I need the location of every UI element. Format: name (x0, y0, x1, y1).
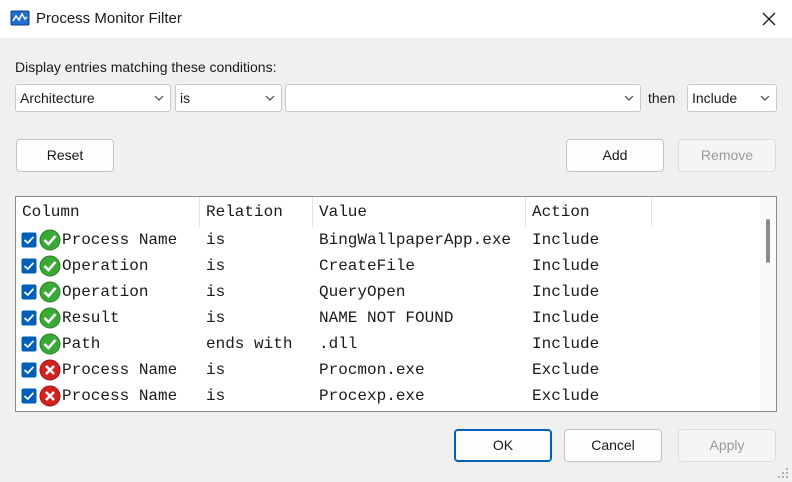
table-row[interactable]: Result is NAME NOT FOUND Include (16, 305, 760, 331)
resize-grip-icon[interactable] (777, 467, 789, 479)
cell-column: Result (62, 309, 120, 327)
cell-action: Include (532, 309, 600, 327)
include-check-icon (39, 307, 61, 329)
chevron-down-icon (265, 95, 275, 101)
table-row[interactable]: Process Name is Procexp.exe Exclude (16, 383, 760, 409)
checkbox-checked-icon[interactable] (21, 284, 37, 300)
checkbox-checked-icon[interactable] (21, 310, 37, 326)
checkbox-checked-icon[interactable] (21, 258, 37, 274)
cell-relation: is (206, 361, 226, 379)
include-check-icon (39, 333, 61, 355)
process-monitor-icon (10, 10, 30, 26)
table-row[interactable]: Operation is CreateFile Include (16, 253, 760, 279)
chevron-down-icon (624, 95, 634, 101)
cell-relation: is (206, 231, 226, 249)
ok-button[interactable]: OK (454, 429, 552, 462)
header-value[interactable]: Value (313, 197, 526, 227)
table-row[interactable]: Process Name is Procmon.exe Exclude (16, 357, 760, 383)
action-select[interactable]: Include (687, 84, 777, 112)
window-title: Process Monitor Filter (36, 10, 182, 27)
cell-value: BingWallpaperApp.exe (319, 231, 512, 249)
cell-column: Process Name (62, 361, 178, 379)
cell-action: Include (532, 335, 600, 353)
cell-relation: ends with (206, 335, 293, 353)
vertical-scrollbar[interactable] (760, 197, 776, 411)
column-select-value: Architecture (20, 90, 95, 106)
header-relation[interactable]: Relation (200, 197, 313, 227)
header-column[interactable]: Column (16, 197, 200, 227)
reset-button[interactable]: Reset (16, 139, 114, 172)
cell-value: NAME NOT FOUND (319, 309, 454, 327)
exclude-x-icon (39, 359, 61, 381)
cell-column: Path (62, 335, 101, 353)
value-combobox[interactable] (285, 84, 641, 112)
include-check-icon (39, 281, 61, 303)
exclude-x-icon (39, 385, 61, 407)
filter-list[interactable]: Column Relation Value Action Process Nam… (15, 196, 777, 412)
checkbox-checked-icon[interactable] (21, 388, 37, 404)
table-row[interactable]: Operation is QueryOpen Include (16, 279, 760, 305)
checkbox-checked-icon[interactable] (21, 232, 37, 248)
cell-value: QueryOpen (319, 283, 406, 301)
cell-relation: is (206, 309, 226, 327)
cell-value: .dll (319, 335, 358, 353)
cell-value: Procmon.exe (319, 361, 425, 379)
conditions-label: Display entries matching these condition… (15, 59, 277, 75)
column-select[interactable]: Architecture (15, 84, 171, 112)
add-button[interactable]: Add (566, 139, 664, 172)
title-bar: Process Monitor Filter (0, 0, 792, 38)
cancel-button[interactable]: Cancel (564, 429, 662, 462)
cell-relation: is (206, 387, 226, 405)
action-select-value: Include (692, 90, 738, 106)
cell-column: Process Name (62, 231, 178, 249)
cell-action: Exclude (532, 387, 600, 405)
cell-action: Include (532, 257, 600, 275)
checkbox-checked-icon[interactable] (21, 362, 37, 378)
cell-action: Exclude (532, 361, 600, 379)
cell-value: CreateFile (319, 257, 416, 275)
cell-relation: is (206, 257, 226, 275)
cell-action: Include (532, 283, 600, 301)
table-row[interactable]: Process Name is BingWallpaperApp.exe Includ… (16, 227, 760, 253)
relation-select-value: is (180, 90, 191, 106)
remove-button[interactable]: Remove (678, 139, 776, 172)
cell-column: Operation (62, 283, 149, 301)
close-button[interactable] (746, 0, 792, 38)
cell-relation: is (206, 283, 226, 301)
chevron-down-icon (154, 95, 164, 101)
list-header: Column Relation Value Action (16, 197, 760, 227)
checkbox-checked-icon[interactable] (21, 336, 37, 352)
include-check-icon (39, 255, 61, 277)
apply-button[interactable]: Apply (678, 429, 776, 462)
header-action[interactable]: Action (526, 197, 652, 227)
chevron-down-icon (760, 95, 770, 101)
cell-column: Process Name (62, 387, 178, 405)
cell-column: Operation (62, 257, 149, 275)
include-check-icon (39, 229, 61, 251)
relation-select[interactable]: is (175, 84, 282, 112)
scrollbar-thumb[interactable] (766, 219, 770, 263)
cell-value: Procexp.exe (319, 387, 425, 405)
table-row[interactable]: Path ends with .dll Include (16, 331, 760, 357)
then-label: then (648, 90, 676, 106)
close-icon (762, 12, 776, 26)
cell-action: Include (532, 231, 600, 249)
